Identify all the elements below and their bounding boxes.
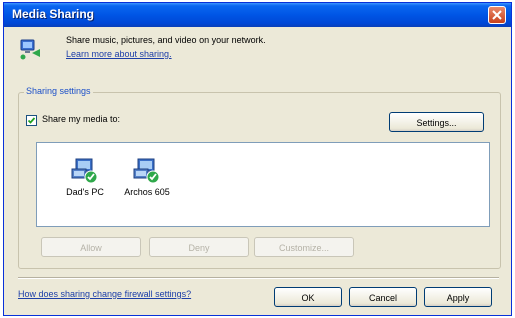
close-button[interactable] (488, 6, 506, 24)
device-list[interactable]: Dad's PC Archos 605 (36, 142, 490, 227)
apply-button[interactable]: Apply (424, 287, 492, 307)
sharing-description: Share music, pictures, and video on your… (66, 35, 266, 45)
title-bar[interactable]: Media Sharing (4, 3, 511, 27)
window-title: Media Sharing (12, 7, 95, 21)
share-media-checkbox[interactable] (26, 115, 37, 126)
ok-button[interactable]: OK (274, 287, 342, 307)
networked-device-icon (133, 158, 160, 184)
networked-computer-icon (71, 158, 98, 184)
footer-divider (18, 277, 499, 279)
firewall-help-link[interactable]: How does sharing change firewall setting… (18, 289, 191, 299)
cancel-button[interactable]: Cancel (349, 287, 417, 307)
deny-button[interactable]: Deny (149, 237, 249, 257)
share-media-label: Share my media to: (42, 114, 121, 124)
device-item-dads-pc[interactable]: Dad's PC (55, 157, 115, 197)
device-item-archos[interactable]: Archos 605 (117, 157, 177, 197)
settings-button[interactable]: Settings... (389, 112, 484, 132)
close-icon (492, 10, 502, 20)
allow-button[interactable]: Allow (41, 237, 141, 257)
media-sharing-icon (20, 39, 40, 60)
media-sharing-window: Media Sharing Share music, pictures, and… (3, 2, 512, 316)
checkmark-icon (27, 117, 36, 124)
device-label: Dad's PC (66, 187, 104, 197)
learn-more-link[interactable]: Learn more about sharing. (66, 49, 172, 59)
device-label: Archos 605 (124, 187, 170, 197)
customize-button[interactable]: Customize... (254, 237, 354, 257)
sharing-settings-title: Sharing settings (24, 86, 93, 96)
